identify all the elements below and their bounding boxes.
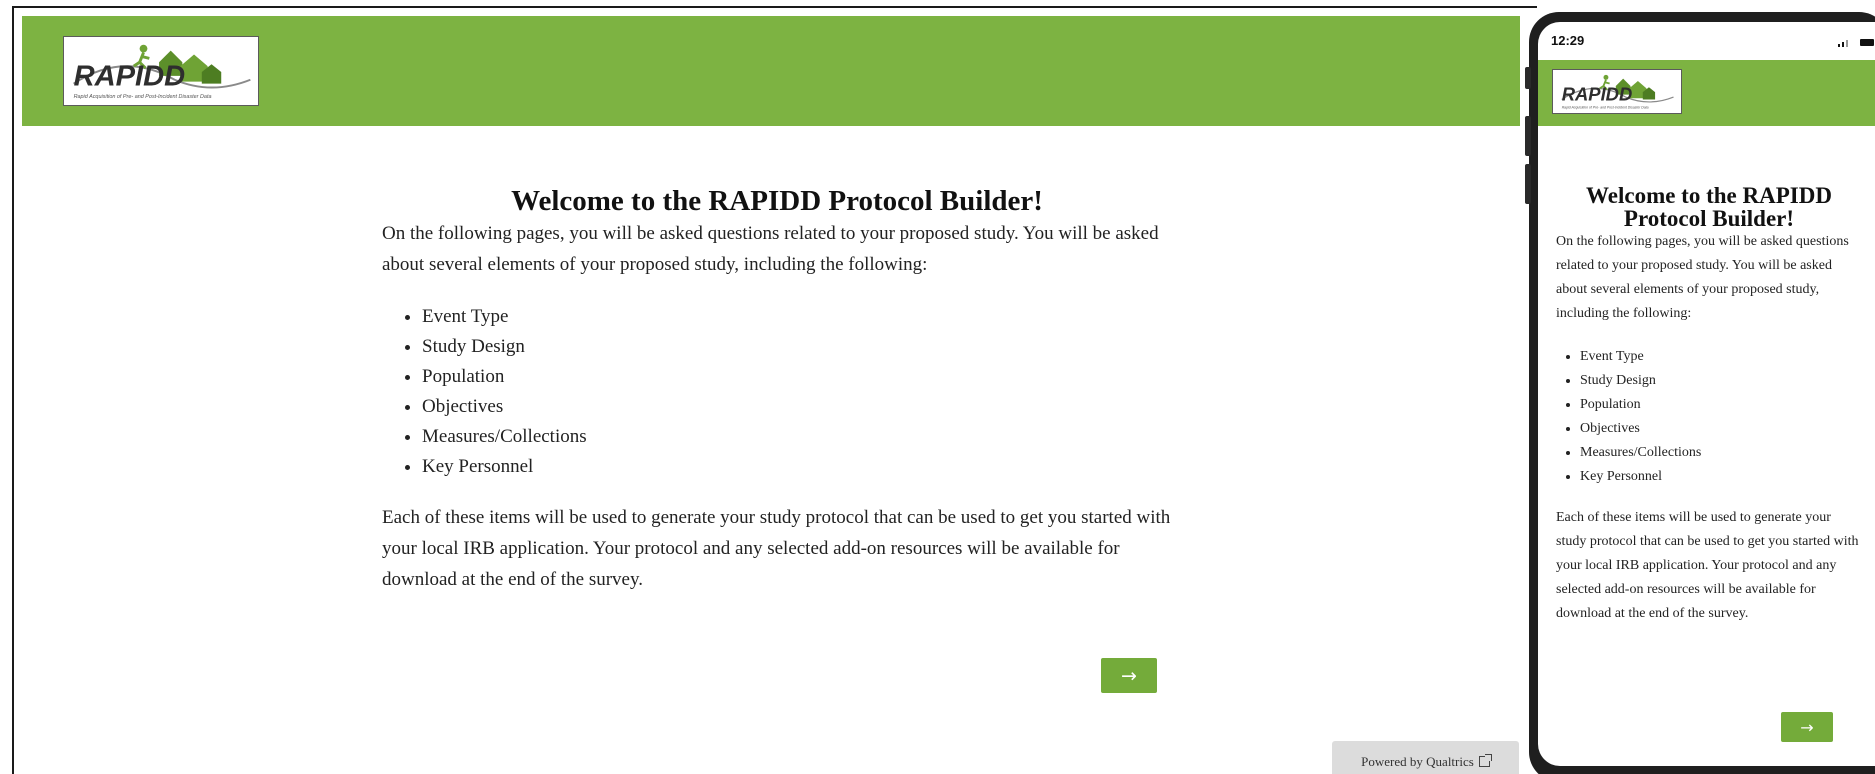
mobile-preview: 12:29 RAPIDD Rapid Acquisition of Pre- a… xyxy=(1525,12,1875,774)
list-item: Study Design xyxy=(422,332,1172,362)
phone-side-button xyxy=(1525,164,1531,204)
survey-question: Welcome to the RAPIDD Protocol Builder! … xyxy=(382,184,1172,595)
mobile-survey-header: RAPIDD Rapid Acquisition of Pre- and Pos… xyxy=(1538,60,1875,126)
powered-by-qualtrics-link[interactable]: Powered by Qualtrics xyxy=(1332,741,1519,774)
study-elements-list: Event Type Study Design Population Objec… xyxy=(1580,345,1862,489)
survey-closing: Each of these items will be used to gene… xyxy=(382,507,1171,590)
list-item: Measures/Collections xyxy=(1580,441,1862,465)
svg-text:Rapid Acquisition of Pre- and: Rapid Acquisition of Pre- and Post-Incid… xyxy=(74,94,212,100)
list-item: Study Design xyxy=(1580,369,1862,393)
svg-text:Rapid Acquisition of Pre- and: Rapid Acquisition of Pre- and Post-Incid… xyxy=(1562,106,1649,110)
powered-by-label: Powered by Qualtrics xyxy=(1361,753,1474,769)
phone-status-bar: 12:29 xyxy=(1538,22,1875,58)
desktop-preview: RAPIDD Rapid Acquisition of Pre- and Pos… xyxy=(12,6,1537,774)
rapidd-logo: RAPIDD Rapid Acquisition of Pre- and Pos… xyxy=(63,36,259,106)
survey-closing: Each of these items will be used to gene… xyxy=(1556,510,1859,621)
status-time: 12:29 xyxy=(1551,33,1585,48)
arrow-right-icon: → xyxy=(1121,664,1137,687)
rapidd-logo-image: RAPIDD Rapid Acquisition of Pre- and Pos… xyxy=(1556,70,1678,113)
list-item: Measures/Collections xyxy=(422,422,1172,452)
phone-side-button xyxy=(1525,116,1531,156)
next-button[interactable]: → xyxy=(1781,712,1833,742)
survey-intro: On the following pages, you will be aske… xyxy=(382,223,1159,275)
phone-screen: 12:29 RAPIDD Rapid Acquisition of Pre- a… xyxy=(1538,22,1875,766)
study-elements-list: Event Type Study Design Population Objec… xyxy=(422,302,1172,482)
list-item: Event Type xyxy=(1580,345,1862,369)
svg-text:RAPIDD: RAPIDD xyxy=(1562,84,1633,105)
list-item: Objectives xyxy=(422,392,1172,422)
survey-header: RAPIDD Rapid Acquisition of Pre- and Pos… xyxy=(22,16,1520,126)
list-item: Population xyxy=(422,362,1172,392)
survey-title: Welcome to the RAPIDD Protocol Builder! xyxy=(511,185,1043,217)
external-link-icon xyxy=(1478,754,1492,767)
survey-intro: On the following pages, you will be aske… xyxy=(1556,234,1849,321)
list-item: Population xyxy=(1580,393,1862,417)
list-item: Objectives xyxy=(1580,417,1862,441)
arrow-right-icon: → xyxy=(1800,717,1814,737)
rapidd-logo: RAPIDD Rapid Acquisition of Pre- and Pos… xyxy=(1552,69,1682,114)
list-item: Event Type xyxy=(422,302,1172,332)
battery-icon xyxy=(1860,39,1874,46)
list-item: Key Personnel xyxy=(1580,465,1862,489)
signal-icon xyxy=(1838,40,1848,47)
svg-text:RAPIDD: RAPIDD xyxy=(74,61,186,93)
list-item: Key Personnel xyxy=(422,452,1172,482)
next-button[interactable]: → xyxy=(1101,658,1157,693)
survey-title: Welcome to the RAPIDD Protocol Builder! xyxy=(1586,183,1832,231)
rapidd-logo-image: RAPIDD Rapid Acquisition of Pre- and Pos… xyxy=(65,37,257,105)
phone-side-button xyxy=(1525,67,1531,89)
mobile-survey-question: Welcome to the RAPIDD Protocol Builder! … xyxy=(1556,184,1862,626)
